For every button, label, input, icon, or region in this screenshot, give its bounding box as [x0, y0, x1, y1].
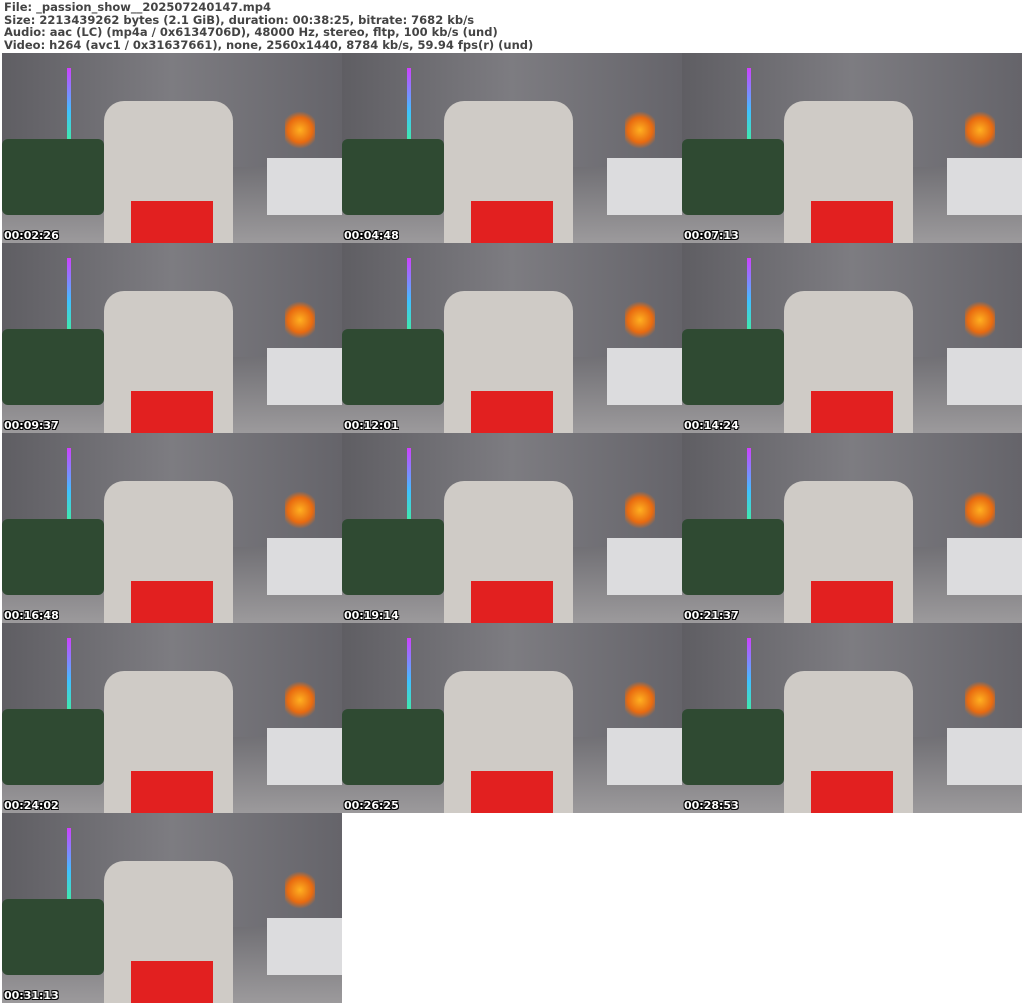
video-info: Video: h264 (avc1 / 0x31637661), none, 2…	[4, 37, 534, 52]
scene-figure	[811, 391, 893, 433]
video-thumbnail: 00:21:37	[682, 433, 1022, 623]
thumbnail-timestamp: 00:12:01	[344, 419, 399, 432]
scene-sofa	[342, 328, 444, 405]
scene-figure	[131, 771, 213, 813]
video-thumbnail: 00:02:26	[2, 53, 342, 243]
scene-lamp	[284, 870, 315, 910]
thumbnail-timestamp: 00:24:02	[4, 799, 59, 812]
scene-cabinet	[607, 347, 682, 405]
video-thumbnail: 00:26:25	[342, 623, 682, 813]
scene-sofa	[342, 518, 444, 595]
file-name: File: _passion_show__202507240147.mp4	[4, 0, 272, 14]
scene-sofa	[682, 708, 784, 785]
scene-cabinet	[267, 917, 342, 975]
scene-cabinet	[947, 347, 1022, 405]
thumbnail-grid: 00:02:26 00:04:48 00:07:13 00:09:37 00:12:01…	[2, 53, 1022, 1003]
video-thumbnail: 00:14:24	[682, 243, 1022, 433]
scene-figure	[471, 581, 553, 623]
video-thumbnail: 00:09:37	[2, 243, 342, 433]
scene-lamp	[284, 490, 315, 530]
scene-lamp	[624, 490, 655, 530]
video-thumbnail: 00:07:13	[682, 53, 1022, 243]
thumbnail-timestamp: 00:31:13	[4, 989, 59, 1002]
scene-lamp	[964, 490, 995, 530]
scene-sofa	[2, 708, 104, 785]
video-thumbnail: 00:16:48	[2, 433, 342, 623]
file-info-header: File: _passion_show__202507240147.mp4 Si…	[4, 1, 533, 51]
scene-figure	[131, 961, 213, 1003]
scene-figure	[471, 771, 553, 813]
thumbnail-timestamp: 00:04:48	[344, 229, 399, 242]
scene-sofa	[2, 898, 104, 975]
scene-cabinet	[267, 727, 342, 785]
scene-lamp	[284, 300, 315, 340]
thumbnail-timestamp: 00:02:26	[4, 229, 59, 242]
scene-cabinet	[607, 727, 682, 785]
scene-lamp	[964, 680, 995, 720]
video-thumbnail: 00:28:53	[682, 623, 1022, 813]
scene-figure	[131, 201, 213, 243]
scene-sofa	[2, 518, 104, 595]
scene-figure	[811, 201, 893, 243]
thumbnail-timestamp: 00:19:14	[344, 609, 399, 622]
scene-lamp	[624, 680, 655, 720]
scene-cabinet	[947, 157, 1022, 215]
scene-figure	[811, 581, 893, 623]
scene-lamp	[624, 110, 655, 150]
scene-cabinet	[267, 347, 342, 405]
scene-sofa	[342, 708, 444, 785]
thumbnail-timestamp: 00:21:37	[684, 609, 739, 622]
scene-figure	[471, 391, 553, 433]
scene-lamp	[964, 110, 995, 150]
scene-cabinet	[947, 727, 1022, 785]
video-thumbnail: 00:31:13	[2, 813, 342, 1003]
scene-figure	[471, 201, 553, 243]
video-thumbnail: 00:19:14	[342, 433, 682, 623]
scene-sofa	[342, 138, 444, 215]
scene-lamp	[284, 680, 315, 720]
scene-figure	[131, 391, 213, 433]
scene-sofa	[682, 138, 784, 215]
scene-cabinet	[267, 157, 342, 215]
scene-cabinet	[607, 157, 682, 215]
thumbnail-timestamp: 00:09:37	[4, 419, 59, 432]
scene-cabinet	[607, 537, 682, 595]
scene-sofa	[2, 328, 104, 405]
video-thumbnail: 00:24:02	[2, 623, 342, 813]
scene-figure	[131, 581, 213, 623]
audio-info: Audio: aac (LC) (mp4a / 0x6134706D), 480…	[4, 25, 498, 39]
thumbnail-timestamp: 00:28:53	[684, 799, 739, 812]
scene-cabinet	[267, 537, 342, 595]
thumbnail-timestamp: 00:14:24	[684, 419, 739, 432]
scene-cabinet	[947, 537, 1022, 595]
thumbnail-timestamp: 00:26:25	[344, 799, 399, 812]
scene-lamp	[284, 110, 315, 150]
scene-sofa	[682, 328, 784, 405]
scene-sofa	[682, 518, 784, 595]
scene-lamp	[964, 300, 995, 340]
scene-lamp	[624, 300, 655, 340]
thumbnail-timestamp: 00:16:48	[4, 609, 59, 622]
thumbnail-timestamp: 00:07:13	[684, 229, 739, 242]
scene-sofa	[2, 138, 104, 215]
video-thumbnail: 00:12:01	[342, 243, 682, 433]
video-thumbnail: 00:04:48	[342, 53, 682, 243]
scene-figure	[811, 771, 893, 813]
